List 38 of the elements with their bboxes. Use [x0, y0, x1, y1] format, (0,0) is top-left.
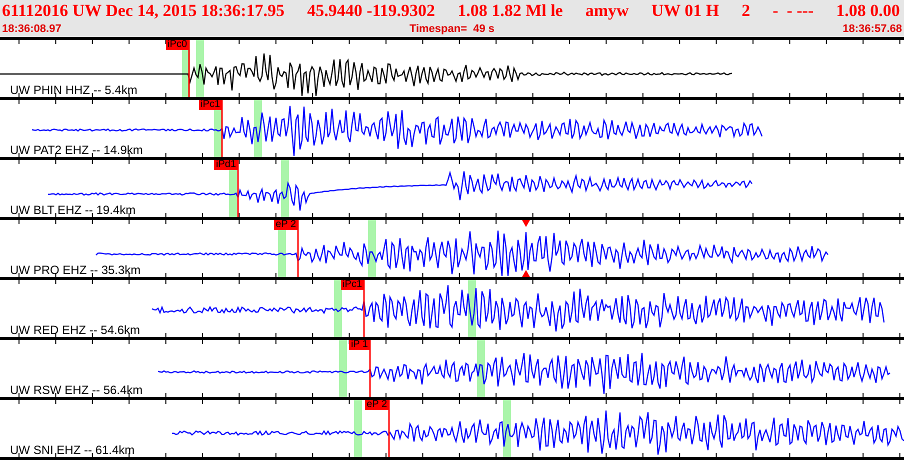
- time-window-marker: [281, 160, 289, 217]
- pick-flag[interactable]: eP 2: [364, 400, 389, 410]
- channel-label: UW RED EHZ -- 54.6km: [10, 324, 140, 337]
- event-field: 61112016 UW Dec 14, 2015 18:36:17.95: [2, 1, 285, 21]
- event-field: 45.9440 -119.9302: [307, 1, 436, 21]
- channel-label: UW PRO EHZ -- 35.3km: [10, 264, 141, 277]
- event-field: 2: [742, 1, 750, 21]
- pick-flag[interactable]: iP 1: [348, 340, 370, 350]
- channel-label: UW SNI EHZ -- 61.4km: [10, 444, 135, 457]
- start-time: 18:36:08.97: [2, 23, 62, 35]
- event-field: amyw: [585, 1, 629, 21]
- channel-label: UW PAT2 EHZ -- 14.9km: [10, 144, 143, 157]
- pick-flag[interactable]: iPc1: [340, 280, 364, 290]
- channel-label: UW BLT EHZ -- 19.4km: [10, 204, 136, 217]
- pick-flag[interactable]: iPc1: [198, 100, 222, 110]
- pick-line: [363, 280, 365, 337]
- pick-line: [188, 40, 190, 97]
- time-window-marker: [339, 340, 347, 397]
- time-window-marker: [196, 40, 204, 97]
- event-field: - - ---: [772, 1, 814, 21]
- pick-line: [369, 340, 371, 397]
- time-window-marker: [368, 220, 376, 277]
- time-window-marker: [354, 400, 362, 457]
- event-field: 1.08 0.00: [836, 1, 900, 21]
- pick-flag[interactable]: iPc0: [166, 40, 189, 50]
- timespan: Timespan= 49 s: [409, 23, 495, 35]
- channel-label: UW PHIN HHZ -- 5.4km: [10, 84, 138, 97]
- event-field: 1.08 1.82 Ml le: [458, 1, 563, 21]
- pick-flag[interactable]: eP 2: [274, 220, 298, 230]
- pick-flag[interactable]: iPd1: [214, 160, 238, 170]
- end-time: 18:36:57.68: [842, 23, 902, 35]
- pick-line: [221, 100, 223, 157]
- time-window-marker: [334, 280, 342, 337]
- event-field: UW 01 H: [651, 1, 720, 21]
- channel-label: UW RSW EHZ -- 56.4km: [10, 384, 143, 397]
- pick-line: [237, 160, 239, 217]
- pick-line: [297, 220, 299, 277]
- pick-line: [388, 400, 390, 457]
